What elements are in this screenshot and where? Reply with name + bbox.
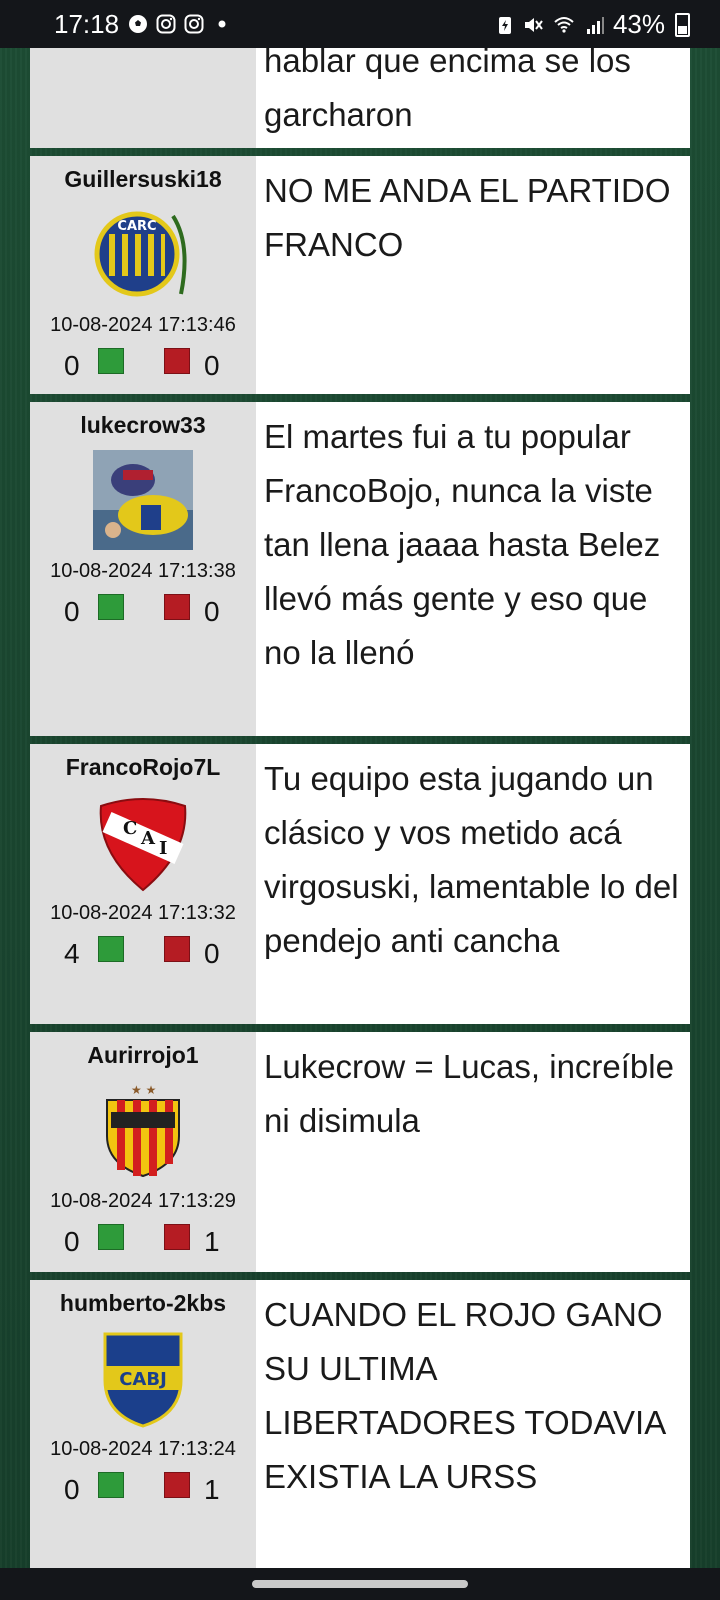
battery-saver-icon [498,16,511,34]
vote-bar: 0 1 [30,1472,256,1506]
instagram-icon [184,14,204,34]
username[interactable]: FrancoRojo7L [30,754,256,781]
thumb-up-icon[interactable] [98,1472,124,1498]
mute-icon [524,17,543,32]
svg-text:I: I [159,838,167,859]
vote-bar: 0 0 [30,348,256,382]
comment-author-panel: Aurirrojo1 ★ ★ 10-08-2024 17:13:29 0 1 [30,1032,256,1272]
timestamp: 10-08-2024 17:13:29 [50,1190,236,1212]
comment-author-panel: humberto-2kbs CABJ 10-08-2024 17:13:24 0… [30,1280,256,1580]
dot-icon [218,20,226,28]
comment-card: Aurirrojo1 ★ ★ 10-08-2024 17:13:29 0 1 L… [30,1032,690,1272]
avatar[interactable] [93,450,193,550]
comment-card: FrancoRojo7L C A I 10-08-2024 17:13:32 4… [30,744,690,1024]
avatar[interactable]: CARC [93,204,193,304]
boca-juniors-crest-icon: CABJ [103,1332,183,1428]
battery-icon [675,12,690,37]
username[interactable]: lukecrow33 [30,412,256,439]
avatar[interactable]: CABJ [93,1328,193,1428]
comment-author-panel: Guillersuski18 CARC 10-08-2024 17:13:46 … [30,156,256,394]
timestamp: 10-08-2024 17:13:46 [50,314,236,336]
comment-message: Lukecrow = Lucas, increíble ni disimula [256,1032,690,1272]
thumb-down-icon[interactable] [164,1472,190,1498]
thumb-up-icon[interactable] [98,348,124,374]
vote-bar: 0 1 [30,1224,256,1258]
dislike-count: 1 [204,1226,220,1257]
timestamp: 10-08-2024 17:13:32 [50,902,236,924]
signal-icon [586,16,604,34]
comment-message: Tu equipo esta jugando un clásico y vos … [256,744,690,1024]
battery-percent: 43% [612,9,665,39]
navigation-bar [0,1568,720,1600]
thumb-down-icon[interactable] [164,936,190,962]
comment-message: CUANDO EL ROJO GANO SU ULTIMA LIBERTADOR… [256,1280,690,1580]
comment-message: NO ME ANDA EL PARTIDO FRANCO [256,156,690,394]
thumb-up-icon[interactable] [98,1224,124,1250]
dislike-count: 1 [204,1474,220,1505]
like-count: 0 [64,1474,80,1505]
independiente-crest-icon: C A I [99,798,187,892]
football-photo-icon [93,450,193,550]
wifi-icon [554,16,574,33]
home-gesture-handle[interactable] [252,1580,468,1588]
thumb-down-icon[interactable] [164,594,190,620]
avatar[interactable]: C A I [93,792,193,892]
timestamp: 10-08-2024 17:13:24 [50,1438,236,1460]
comment-card: lukecrow33 10-08-2024 17:13:38 0 0 El ma… [30,402,690,736]
rosario-central-crest-icon: CARC [94,211,187,297]
status-bar: 17:18 43% [0,0,720,48]
status-time: 17:18 [54,9,120,39]
comment-author-panel: FrancoRojo7L C A I 10-08-2024 17:13:32 4… [30,744,256,1024]
timestamp: 10-08-2024 17:13:38 [50,560,236,582]
thumb-down-icon[interactable] [164,348,190,374]
avatar[interactable]: ★ ★ [93,1080,193,1180]
like-count: 0 [64,1226,80,1257]
dislike-count: 0 [204,350,220,381]
svg-text:CARC: CARC [117,219,156,234]
comment-message: El martes fui a tu popular FrancoBojo, n… [256,402,690,736]
svg-text:A: A [140,828,156,849]
svg-text:★ ★: ★ ★ [131,1083,156,1097]
vote-bar: 0 0 [30,594,256,628]
vote-bar: 4 0 [30,936,256,970]
boca-unidos-crest-icon: ★ ★ [106,1083,180,1178]
like-count: 0 [64,596,80,627]
username[interactable]: humberto-2kbs [30,1290,256,1317]
instagram-icon [156,14,176,34]
thumb-up-icon[interactable] [98,936,124,962]
svg-text:C: C [123,818,137,839]
like-count: 4 [64,938,80,969]
comment-author-panel: lukecrow33 10-08-2024 17:13:38 0 0 [30,402,256,736]
username[interactable]: Guillersuski18 [30,166,256,193]
thumb-down-icon[interactable] [164,1224,190,1250]
comment-card: humberto-2kbs CABJ 10-08-2024 17:13:24 0… [30,1280,690,1580]
username[interactable]: Aurirrojo1 [30,1042,256,1069]
svg-text:CABJ: CABJ [119,1369,167,1390]
soccer-ball-icon [129,15,147,33]
dislike-count: 0 [204,596,220,627]
comment-card: Guillersuski18 CARC 10-08-2024 17:13:46 … [30,156,690,394]
thumb-up-icon[interactable] [98,594,124,620]
like-count: 0 [64,350,80,381]
dislike-count: 0 [204,938,220,969]
